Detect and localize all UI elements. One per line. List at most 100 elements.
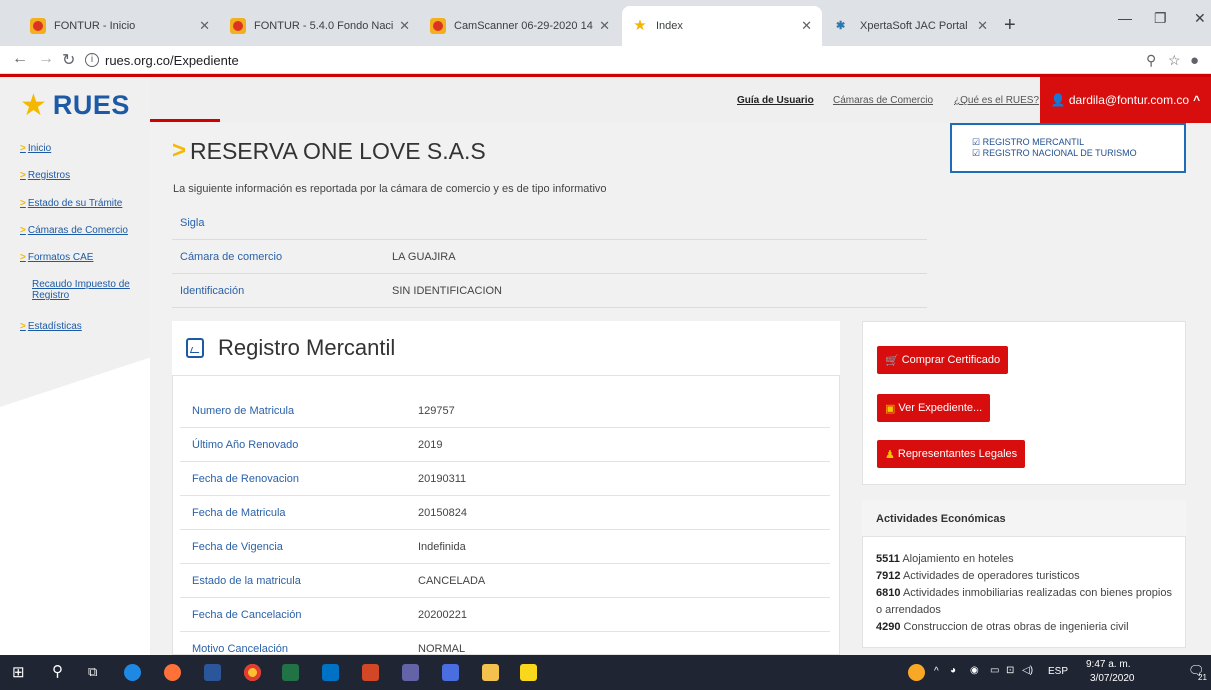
table-row: Numero de Matricula 129757 <box>180 394 830 428</box>
rues-logo[interactable]: ★ RUES <box>20 90 130 121</box>
show-hidden-icons[interactable]: ^ <box>934 666 939 677</box>
checkbox-icon: ☑ <box>972 148 983 158</box>
sidebar-item-registros[interactable]: > Registros <box>20 170 70 181</box>
fontur-icon <box>230 18 246 34</box>
tab-camscanner[interactable]: CamScanner 06-29-2020 14.28 ✕ <box>420 6 620 46</box>
chevron-right-icon: > <box>20 225 26 236</box>
url-field[interactable]: i rues.org.co/Expediente <box>85 49 1145 71</box>
info-icon[interactable]: i <box>85 53 99 67</box>
sidebar-item-label: Estado de su Trámite <box>27 198 123 209</box>
activity-code: 6810 <box>876 587 901 599</box>
activity-desc: Actividades inmobiliarias realizadas con… <box>876 587 1172 616</box>
search-icon[interactable]: ⚲ <box>52 662 69 680</box>
table-row: Fecha de Matricula 20150824 <box>180 496 830 530</box>
profile-icon[interactable]: ● <box>1190 52 1199 69</box>
word-icon[interactable] <box>204 664 221 681</box>
reload-icon[interactable]: ↻ <box>62 50 75 70</box>
tab-fontur-inicio[interactable]: FONTUR - Inicio ✕ <box>20 6 220 46</box>
close-icon[interactable]: ✕ <box>801 18 812 34</box>
tab-xpertasoft[interactable]: ✱ XpertaSoft JAC Portal ✕ <box>826 6 998 46</box>
row-value: 20150824 <box>418 507 467 519</box>
actividades-list: 5511 Alojamiento en hoteles 7912 Activid… <box>876 551 1176 636</box>
powerpoint-icon[interactable] <box>362 664 379 681</box>
info-row-identificacion: Identificación SIN IDENTIFICACION <box>172 275 927 308</box>
table-row: Estado de la matricula CANCELADA <box>180 564 830 598</box>
registros-dropdown: ☑ REGISTRO MERCANTIL ☑ REGISTRO NACIONAL… <box>950 123 1186 173</box>
sidebar-item-camaras[interactable]: > Cámaras de Comercio <box>20 225 128 236</box>
chevron-up-icon: ^ <box>1193 93 1201 107</box>
person-icon: ♟ <box>885 448 895 461</box>
back-icon[interactable]: ← <box>12 50 28 68</box>
network-icon[interactable]: ⊡ <box>1006 665 1014 676</box>
security-shield-icon[interactable] <box>442 664 459 681</box>
tab-label: FONTUR - Inicio <box>54 20 136 32</box>
user-menu-button[interactable]: 👤 dardila@fontur.com.co ^ <box>1040 77 1211 123</box>
sidebar-item-label: Inicio <box>27 143 52 154</box>
task-view-icon[interactable]: ⧉ <box>88 664 105 681</box>
nav-guia-usuario[interactable]: Guía de Usuario <box>737 95 814 106</box>
url-text: rues.org.co/Expediente <box>105 52 239 68</box>
registro-mercantil-option[interactable]: ☑ REGISTRO MERCANTIL <box>972 137 1184 148</box>
zoom-icon[interactable]: ⚲ <box>1146 52 1156 69</box>
forward-icon[interactable]: → <box>38 50 54 68</box>
new-tab-button[interactable]: + <box>1004 14 1016 37</box>
tab-index[interactable]: ★ Index ✕ <box>622 6 822 46</box>
file-explorer-icon[interactable] <box>482 664 499 681</box>
table-row: Fecha de Cancelación 20200221 <box>180 598 830 632</box>
restore-icon[interactable]: ❐ <box>1154 10 1167 27</box>
nav-que-es-rues[interactable]: ¿Qué es el RUES? <box>954 95 1039 106</box>
close-icon[interactable]: ✕ <box>399 18 410 34</box>
chrome-icon[interactable] <box>244 664 261 681</box>
sidebar-item-estado[interactable]: > Estado de su Trámite <box>20 198 122 209</box>
representantes-legales-button[interactable]: ♟ Representantes Legales <box>877 440 1026 468</box>
outlook-icon[interactable] <box>322 664 339 681</box>
battery-icon[interactable]: ▭ <box>990 665 999 676</box>
registro-turismo-option[interactable]: ☑ REGISTRO NACIONAL DE TURISMO <box>972 148 1184 159</box>
table-row: Fecha de Renovacion 20190311 <box>180 462 830 496</box>
row-value: 20200221 <box>418 609 467 621</box>
help-icon[interactable] <box>908 664 925 681</box>
excel-icon[interactable] <box>282 664 299 681</box>
row-value: CANCELADA <box>418 575 486 587</box>
row-key: Último Año Renovado <box>192 439 299 451</box>
tray-app-icon[interactable]: ◉ <box>970 665 979 676</box>
language-indicator[interactable]: ESP <box>1048 666 1068 677</box>
sidebar-item-formatos[interactable]: > Formatos CAE <box>20 252 93 263</box>
info-key: Cámara de comercio <box>180 251 283 263</box>
nav-camaras-comercio[interactable]: Cámaras de Comercio <box>833 95 933 106</box>
windows-start-icon[interactable]: ⊞ <box>12 663 29 681</box>
ver-expediente-button[interactable]: ▣ Ver Expediente... <box>877 394 991 422</box>
firefox-icon[interactable] <box>164 664 181 681</box>
fontur-icon <box>430 18 446 34</box>
row-value: 2019 <box>418 439 443 451</box>
teams-icon[interactable] <box>402 664 419 681</box>
sidebar-item-recaudo[interactable]: Recaudo Impuesto de Registro <box>20 279 140 301</box>
comprar-certificado-button[interactable]: 🛒 Comprar Certificado <box>877 346 1009 374</box>
volume-icon[interactable]: ◁) <box>1022 665 1033 676</box>
activity-desc: Construccion de otras obras de ingenieri… <box>903 621 1129 633</box>
bookmark-star-icon[interactable]: ☆ <box>1168 52 1181 69</box>
sticky-notes-icon[interactable] <box>520 664 537 681</box>
window-close-icon[interactable]: ✕ <box>1194 10 1206 27</box>
button-label: Representantes Legales <box>897 448 1018 460</box>
close-icon[interactable]: ✕ <box>977 18 988 34</box>
list-item: 6810 Actividades inmobiliarias realizada… <box>876 585 1176 619</box>
minimize-icon[interactable]: — <box>1118 10 1132 26</box>
tray-app-icon[interactable]: ◕ <box>950 665 956 676</box>
clock-date[interactable]: 3/07/2020 <box>1090 673 1135 684</box>
close-icon[interactable]: ✕ <box>199 18 210 34</box>
option-label: REGISTRO NACIONAL DE TURISMO <box>982 148 1137 158</box>
tab-label: XpertaSoft JAC Portal <box>860 20 968 32</box>
edge-icon[interactable] <box>124 664 141 681</box>
clock-time[interactable]: 9:47 a. m. <box>1086 659 1130 670</box>
sidebar-item-label: Estadísticas <box>27 321 82 332</box>
tab-fontur-fondo[interactable]: FONTUR - 5.4.0 Fondo Naciona ✕ <box>220 6 420 46</box>
page-subtitle: La siguiente información es reportada po… <box>173 183 607 195</box>
cart-icon: 🛒 <box>885 354 899 367</box>
sidebar-item-label: Recaudo Impuesto de Registro <box>32 279 130 301</box>
sidebar-item-inicio[interactable]: > Inicio <box>20 143 51 154</box>
close-icon[interactable]: ✕ <box>599 18 610 34</box>
rues-star-icon: ★ <box>633 17 647 34</box>
chevron-right-icon: > <box>20 321 26 332</box>
sidebar-item-estadisticas[interactable]: > Estadísticas <box>20 321 82 332</box>
